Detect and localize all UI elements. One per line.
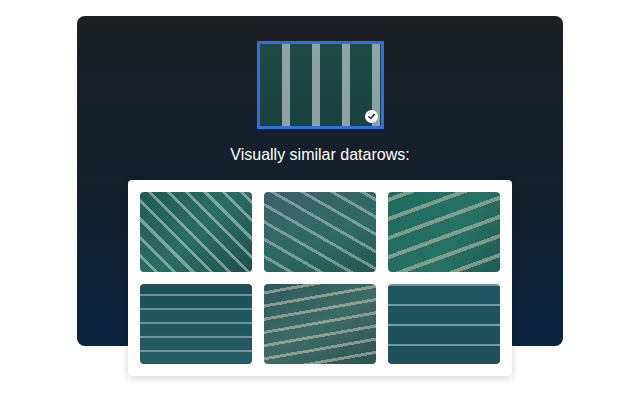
result-image[interactable] — [388, 192, 500, 272]
similarity-card: Visually similar datarows: — [77, 16, 563, 346]
check-icon — [365, 110, 378, 123]
result-photo — [388, 192, 500, 272]
results-panel — [128, 180, 512, 376]
result-image[interactable] — [140, 284, 252, 364]
result-image[interactable] — [140, 192, 252, 272]
result-image[interactable] — [264, 192, 376, 272]
query-image[interactable] — [257, 41, 384, 129]
result-photo — [140, 284, 252, 364]
section-heading: Visually similar datarows: — [230, 145, 409, 165]
query-photo — [260, 44, 381, 126]
result-photo — [388, 284, 500, 364]
result-photo — [140, 192, 252, 272]
result-photo — [264, 192, 376, 272]
result-image[interactable] — [264, 284, 376, 364]
result-photo — [264, 284, 376, 364]
result-image[interactable] — [388, 284, 500, 364]
